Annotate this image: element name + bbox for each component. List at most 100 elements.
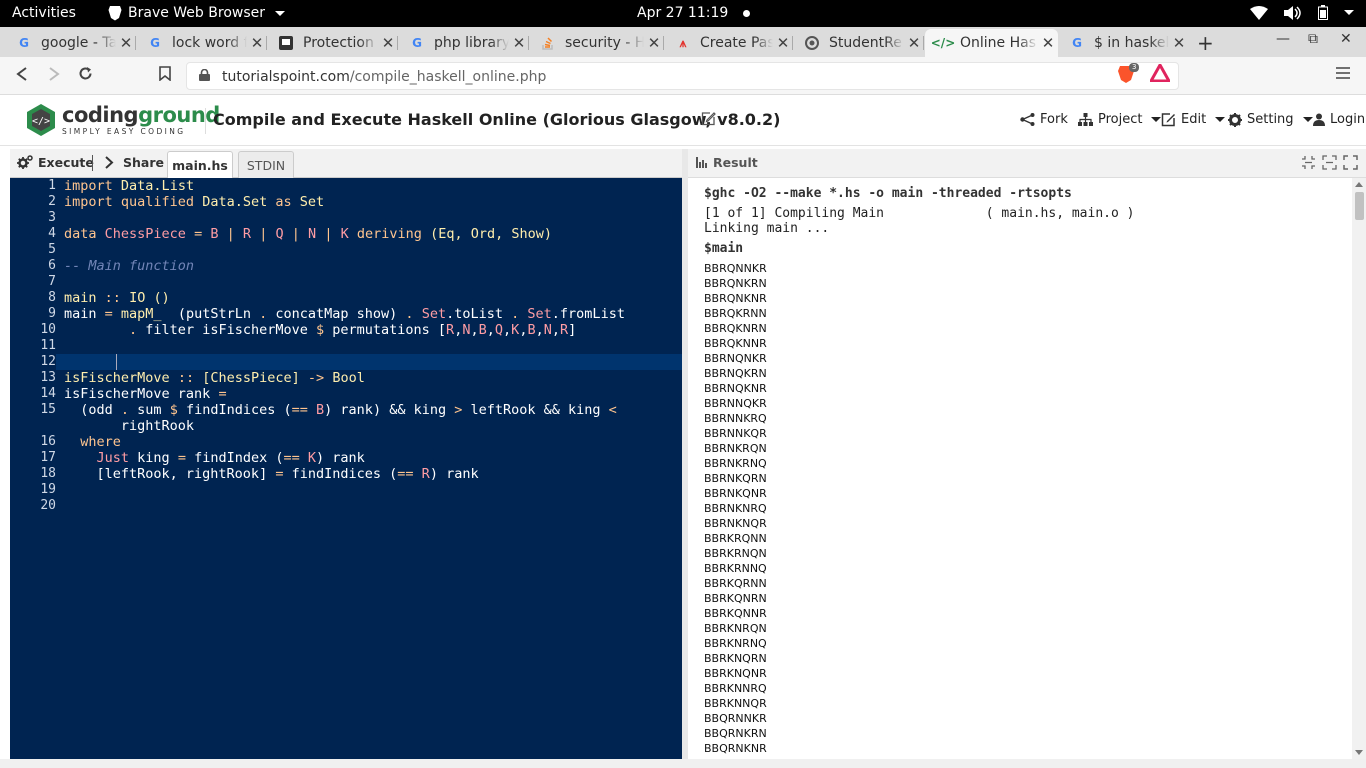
- url-text[interactable]: tutorialspoint.com/compile_haskell_onlin…: [222, 69, 546, 85]
- code-line: import Data.List: [64, 178, 195, 194]
- bookmark-icon[interactable]: [159, 66, 171, 85]
- lock-icon[interactable]: [199, 69, 210, 81]
- app-menu[interactable]: Brave Web Browser: [108, 5, 285, 21]
- tab-create-password[interactable]: ⩚ Create Pas ✕: [665, 29, 793, 57]
- close-icon[interactable]: ✕: [644, 34, 664, 52]
- edit-title-icon[interactable]: [701, 111, 716, 130]
- chevron-down-icon: [275, 10, 285, 16]
- tab-lock-word[interactable]: G lock word fi ✕: [137, 29, 267, 57]
- tab-security[interactable]: security - H ✕: [530, 29, 664, 57]
- close-icon[interactable]: ✕: [378, 34, 398, 52]
- run-command: $main: [704, 241, 744, 256]
- google-icon: G: [412, 36, 422, 50]
- share-label: Share: [123, 155, 164, 170]
- code-line: isFischerMove rank =: [64, 386, 227, 402]
- gear-icon: [1228, 112, 1242, 127]
- tab-title: security - H: [565, 35, 644, 51]
- laravel-icon: ⩚: [679, 35, 687, 50]
- close-icon[interactable]: ✕: [773, 34, 793, 52]
- tab-stdin[interactable]: STDIN: [238, 151, 294, 178]
- output-line: BBQRNKRN: [704, 727, 767, 740]
- url-bar[interactable]: tutorialspoint.com/compile_haskell_onlin…: [186, 62, 1179, 90]
- result-scrollbar[interactable]: [1352, 178, 1366, 759]
- setting-menu[interactable]: Setting: [1228, 112, 1313, 127]
- result-output[interactable]: $ghc -O2 --make *.hs -o main -threaded -…: [688, 178, 1366, 759]
- scroll-up-icon[interactable]: [1355, 182, 1363, 187]
- output-line: BBRKQRNN: [704, 577, 767, 590]
- new-tab-plus-icon[interactable]: +: [1197, 31, 1214, 55]
- system-top-bar: Activities Brave Web Browser Apr 27 11:1…: [0, 0, 1366, 27]
- forward-icon[interactable]: [48, 66, 60, 85]
- chevron-down-icon: [1151, 117, 1162, 122]
- close-icon[interactable]: ✕: [904, 34, 924, 52]
- tab-title: Create Pas: [700, 35, 773, 51]
- tab-protection[interactable]: Protection a ✕: [268, 29, 398, 57]
- expand-icon[interactable]: [1322, 155, 1337, 170]
- project-label: Project: [1098, 112, 1143, 127]
- clock[interactable]: Apr 27 11:19: [637, 5, 728, 21]
- tab-dollar-haskell[interactable]: G $ in haskell ✕: [1059, 29, 1189, 57]
- code-comment: -- Main function: [64, 258, 195, 274]
- logo-text: codingground SIMPLY EASY CODING: [62, 102, 220, 136]
- execute-button[interactable]: Execute: [17, 155, 94, 170]
- code-editor[interactable]: 1 2 3 4 5 6 7 8 9 10 11 12 13 14 15 16 1…: [10, 178, 682, 759]
- login-button[interactable]: Login: [1313, 112, 1365, 127]
- minimize-icon[interactable]: —: [1276, 31, 1290, 47]
- tab-title: StudentRe: [829, 35, 902, 51]
- edit-menu[interactable]: Edit: [1161, 112, 1226, 127]
- reload-icon[interactable]: [78, 66, 93, 85]
- window-close-icon[interactable]: ✕: [1340, 31, 1352, 47]
- close-icon[interactable]: ✕: [247, 34, 267, 52]
- codingground-logo[interactable]: </> codingground SIMPLY EASY CODING: [24, 103, 220, 137]
- share-arrow-icon: [105, 156, 114, 169]
- close-icon[interactable]: ✕: [1169, 34, 1189, 52]
- brave-lion-icon: [108, 6, 122, 21]
- logo-primary-text: coding: [62, 102, 139, 127]
- output-line: BBRNNKRQ: [704, 412, 767, 425]
- close-icon[interactable]: ✕: [1038, 34, 1058, 52]
- edit-icon: [1161, 113, 1175, 127]
- scroll-down-icon[interactable]: [1355, 750, 1363, 755]
- compile-command: $ghc -O2 --make *.hs -o main -threaded -…: [704, 186, 1072, 201]
- brave-shields-icon[interactable]: 3: [1117, 63, 1139, 89]
- share-button[interactable]: Share: [105, 155, 164, 170]
- tab-main-hs[interactable]: main.hs: [167, 151, 233, 178]
- close-icon[interactable]: ✕: [116, 34, 136, 52]
- restore-icon[interactable]: ⧉: [1308, 31, 1318, 47]
- output-line: BBRQKNNR: [704, 337, 767, 350]
- back-icon[interactable]: [16, 66, 28, 85]
- tab-online-haskell[interactable]: </> Online Has ✕: [925, 29, 1058, 57]
- output-line: BBRQKNRN: [704, 322, 767, 335]
- output-line: BBRKNNQR: [704, 697, 767, 710]
- project-menu[interactable]: Project: [1078, 112, 1162, 127]
- tab-title: google - Ta: [41, 35, 116, 51]
- notification-dot-icon: [743, 10, 750, 17]
- tab-student-registration[interactable]: StudentRe ✕: [794, 29, 924, 57]
- code-line: [leftRook, rightRook] = findIndices (== …: [64, 466, 479, 482]
- output-line: BBRNKQRN: [704, 472, 767, 485]
- output-line: BBRQKRNN: [704, 307, 767, 320]
- google-icon: G: [1072, 36, 1082, 50]
- code-line: where: [80, 434, 121, 450]
- text-cursor: [116, 354, 117, 370]
- scrollbar-thumb[interactable]: [1355, 192, 1364, 220]
- collapse-icon[interactable]: [1301, 155, 1316, 170]
- output-line: BBRNQKNR: [704, 382, 767, 395]
- system-menu-chevron-icon: [1344, 10, 1354, 15]
- fork-button[interactable]: Fork: [1020, 112, 1068, 127]
- activities-button[interactable]: Activities: [12, 5, 76, 21]
- brave-rewards-icon[interactable]: [1148, 61, 1172, 86]
- hamburger-menu-icon[interactable]: [1336, 67, 1350, 83]
- chevron-down-icon: [1302, 117, 1313, 122]
- bar-chart-icon: [696, 157, 707, 168]
- tab-php-library[interactable]: G php library ✕: [399, 29, 529, 57]
- output-line: BBRQNKRN: [704, 277, 767, 290]
- fullscreen-icon[interactable]: [1343, 155, 1358, 170]
- fork-label: Fork: [1040, 112, 1068, 127]
- system-tray[interactable]: [1250, 5, 1354, 20]
- output-line: BBRNKNRQ: [704, 502, 767, 515]
- tab-google[interactable]: G google - Ta ✕: [6, 29, 136, 57]
- close-icon[interactable]: ✕: [509, 34, 529, 52]
- output-line: BBRNQNKR: [704, 352, 767, 365]
- line-number-gutter: 1 2 3 4 5 6 7 8 9 10 11 12 13 14 15 16 1…: [40, 178, 56, 513]
